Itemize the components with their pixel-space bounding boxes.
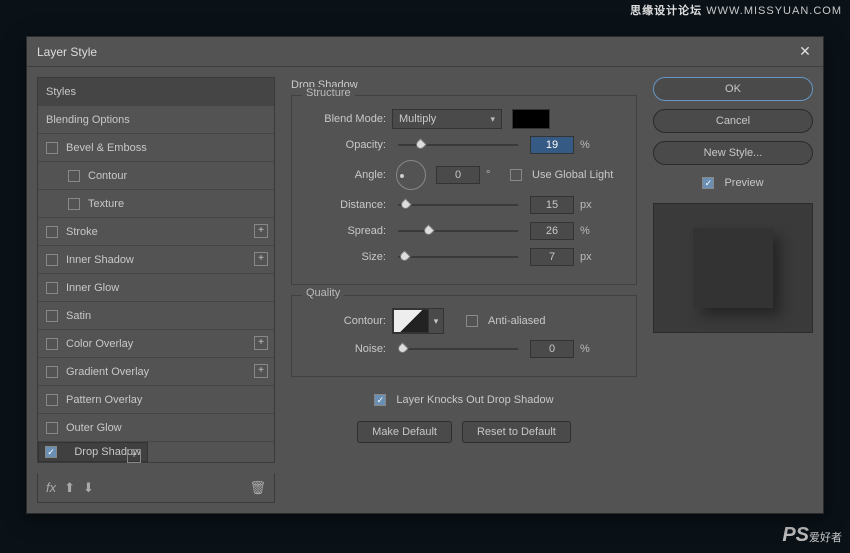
preview-label: Preview (724, 177, 763, 189)
knockout-checkbox[interactable] (374, 394, 386, 406)
reset-default-button[interactable]: Reset to Default (462, 421, 571, 443)
arrow-up-icon[interactable]: ⬆ (64, 480, 75, 496)
size-label: Size: (304, 251, 386, 263)
checkbox[interactable] (68, 170, 80, 182)
preview-checkbox[interactable] (702, 177, 714, 189)
fx-icon[interactable]: fx (46, 480, 56, 495)
angle-label: Angle: (304, 169, 386, 181)
preview-thumbnail (653, 203, 813, 333)
watermark-bottom: PS爱好者 (782, 524, 842, 547)
close-button[interactable]: ✕ (797, 44, 813, 60)
sidebar-item-blending[interactable]: Blending Options (38, 106, 274, 134)
opacity-value[interactable]: 19 (530, 136, 574, 154)
shadow-color-swatch[interactable] (512, 109, 550, 129)
chevron-down-icon: ▾ (429, 309, 443, 333)
layer-style-dialog: Layer Style ✕ Styles Blending Options Be… (26, 36, 824, 514)
arrow-down-icon[interactable]: ⬇ (83, 480, 94, 496)
ok-button[interactable]: OK (653, 77, 813, 101)
checkbox[interactable] (46, 338, 58, 350)
plus-icon[interactable]: + (254, 252, 268, 266)
sidebar-footer: fx ⬆ ⬇ 🗑 (37, 473, 275, 503)
checkbox[interactable] (46, 310, 58, 322)
spread-slider[interactable] (398, 224, 518, 238)
styles-sidebar: Styles Blending Options Bevel & Emboss C… (37, 77, 275, 503)
noise-value[interactable]: 0 (530, 340, 574, 358)
checkbox[interactable] (46, 142, 58, 154)
sidebar-item-outer-glow[interactable]: Outer Glow (38, 414, 274, 442)
structure-group: Structure Blend Mode: Multiply▾ Opacity:… (291, 95, 637, 285)
opacity-label: Opacity: (304, 139, 386, 151)
spread-value[interactable]: 26 (530, 222, 574, 240)
antialiased-label: Anti-aliased (488, 315, 545, 327)
antialiased-checkbox[interactable] (466, 315, 478, 327)
checkbox[interactable] (46, 282, 58, 294)
checkbox[interactable] (46, 254, 58, 266)
dialog-title: Layer Style (37, 45, 797, 59)
opacity-slider[interactable] (398, 138, 518, 152)
plus-icon[interactable]: + (127, 449, 141, 463)
sidebar-item-contour[interactable]: Contour (38, 162, 274, 190)
global-light-label: Use Global Light (532, 169, 613, 181)
distance-label: Distance: (304, 199, 386, 211)
checkbox-on[interactable] (45, 446, 57, 458)
plus-icon[interactable]: + (254, 224, 268, 238)
sidebar-item-inner-shadow[interactable]: Inner Shadow+ (38, 246, 274, 274)
distance-value[interactable]: 15 (530, 196, 574, 214)
sidebar-item-bevel[interactable]: Bevel & Emboss (38, 134, 274, 162)
sidebar-item-inner-glow[interactable]: Inner Glow (38, 274, 274, 302)
checkbox[interactable] (46, 366, 58, 378)
checkbox[interactable] (46, 394, 58, 406)
noise-slider[interactable] (398, 342, 518, 356)
knockout-label: Layer Knocks Out Drop Shadow (396, 394, 553, 406)
sidebar-item-texture[interactable]: Texture (38, 190, 274, 218)
settings-panel: Drop Shadow Structure Blend Mode: Multip… (285, 77, 643, 503)
sidebar-item-satin[interactable]: Satin (38, 302, 274, 330)
watermark-top: 思缘设计论坛 WWW.MISSYUAN.COM (630, 2, 842, 18)
sidebar-item-stroke[interactable]: Stroke+ (38, 218, 274, 246)
checkbox[interactable] (46, 422, 58, 434)
make-default-button[interactable]: Make Default (357, 421, 452, 443)
checkbox[interactable] (46, 226, 58, 238)
new-style-button[interactable]: New Style... (653, 141, 813, 165)
checkbox[interactable] (68, 198, 80, 210)
blend-mode-label: Blend Mode: (304, 113, 386, 125)
sidebar-item-gradient-overlay[interactable]: Gradient Overlay+ (38, 358, 274, 386)
noise-label: Noise: (304, 343, 386, 355)
global-light-checkbox[interactable] (510, 169, 522, 181)
sidebar-item-drop-shadow[interactable]: Drop Shadow+ (38, 442, 148, 462)
sidebar-item-styles[interactable]: Styles (38, 78, 274, 106)
trash-icon[interactable]: 🗑 (249, 480, 266, 496)
contour-picker[interactable]: ▾ (392, 308, 444, 334)
size-slider[interactable] (398, 250, 518, 264)
plus-icon[interactable]: + (254, 336, 268, 350)
blend-mode-select[interactable]: Multiply▾ (392, 109, 502, 129)
angle-dial[interactable] (396, 160, 426, 190)
sidebar-item-pattern-overlay[interactable]: Pattern Overlay (38, 386, 274, 414)
quality-group: Quality Contour: ▾ Anti-aliased Noise: 0… (291, 295, 637, 377)
plus-icon[interactable]: + (254, 364, 268, 378)
sidebar-item-color-overlay[interactable]: Color Overlay+ (38, 330, 274, 358)
right-panel: OK Cancel New Style... Preview (653, 77, 813, 503)
size-value[interactable]: 7 (530, 248, 574, 266)
distance-slider[interactable] (398, 198, 518, 212)
cancel-button[interactable]: Cancel (653, 109, 813, 133)
contour-label: Contour: (304, 315, 386, 327)
angle-value[interactable]: 0 (436, 166, 480, 184)
titlebar: Layer Style ✕ (27, 37, 823, 67)
spread-label: Spread: (304, 225, 386, 237)
chevron-down-icon: ▾ (490, 114, 495, 125)
